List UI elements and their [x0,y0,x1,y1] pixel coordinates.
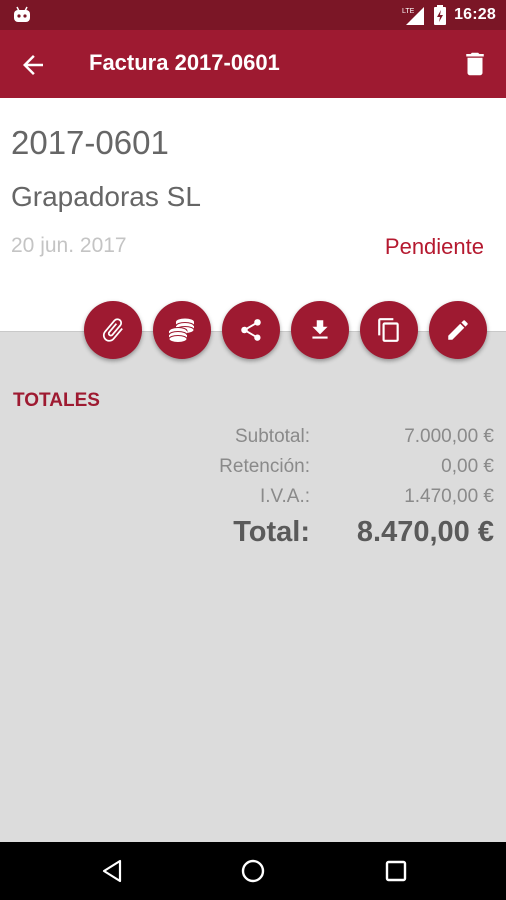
battery-icon [434,5,447,25]
status-badge: Pendiente [384,234,484,259]
edit-button[interactable] [429,301,487,359]
client-name: Grapadoras SL [11,181,201,212]
copy-button[interactable] [360,301,418,359]
total-row: Total: 8.470,00 € [0,516,506,548]
android-notification-icon [14,6,30,22]
download-icon [312,320,328,339]
invoice-number: 2017-0601 [11,124,169,161]
system-nav-bar [0,842,506,900]
page-title: Factura 2017-0601 [89,50,280,75]
vat-label: I.V.A.: [260,486,310,507]
attach-button[interactable] [84,301,142,359]
app-bar: Factura 2017-0601 [0,30,506,98]
retention-label: Retención: [219,456,310,477]
retention-value: 0,00 € [441,456,494,477]
totals-heading: TOTALES [13,390,100,411]
back-arrow-icon[interactable] [18,50,48,80]
subtotal-row: Subtotal: 7.000,00 € [0,426,506,454]
attach-icon [102,318,123,342]
clock: 16:28 [454,6,496,23]
subtotal-value: 7.000,00 € [404,426,494,447]
retention-row: Retención: 0,00 € [0,456,506,484]
network-type-label: LTE [402,8,415,15]
status-bar: LTE 16:28 [0,0,506,30]
subtotal-label: Subtotal: [235,426,310,447]
signal-icon: LTE [402,7,425,25]
share-icon [241,319,261,341]
edit-icon [448,320,468,340]
invoice-detail-card: 2017-0601 Grapadoras SL 20 jun. 2017 Pen… [0,98,506,332]
payment-button[interactable] [153,301,211,359]
vat-row: I.V.A.: 1.470,00 € [0,486,506,514]
nav-back-icon[interactable] [100,858,126,884]
action-buttons [0,301,506,361]
download-button[interactable] [291,301,349,359]
nav-recents-icon[interactable] [383,858,409,884]
total-label: Total: [233,516,310,548]
copy-icon [378,318,399,342]
delete-icon[interactable] [460,49,490,79]
vat-value: 1.470,00 € [404,486,494,507]
nav-home-icon[interactable] [240,858,266,884]
total-value: 8.470,00 € [356,516,494,548]
share-button[interactable] [222,301,280,359]
coins-icon [168,318,195,343]
invoice-date: 20 jun. 2017 [11,234,127,257]
